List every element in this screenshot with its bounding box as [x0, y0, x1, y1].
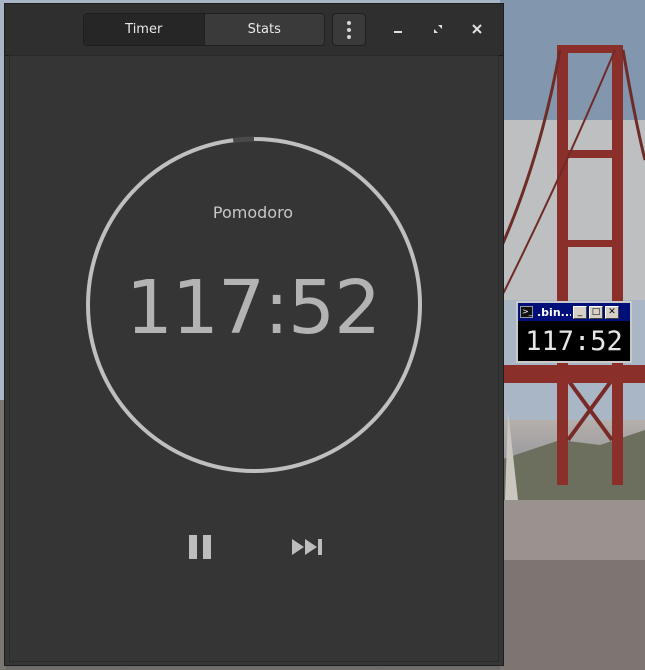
terminal-time-output: 117:52: [525, 325, 623, 357]
maximize-button[interactable]: [427, 18, 449, 40]
view-switcher: Timer Stats: [83, 13, 325, 46]
terminal-title-bar[interactable]: >_ .bin... _ □ ✕: [518, 303, 630, 321]
pause-icon: [189, 535, 211, 559]
skip-button[interactable]: [290, 534, 326, 560]
timer-countdown: 117:52: [125, 265, 381, 351]
minimize-icon: _: [577, 306, 583, 317]
terminal-minimize-button[interactable]: _: [573, 305, 587, 319]
more-vertical-icon-dot: [347, 27, 351, 32]
terminal-maximize-button[interactable]: □: [589, 305, 603, 319]
minimize-button[interactable]: [387, 18, 409, 40]
more-vertical-icon: [347, 20, 351, 25]
tab-timer[interactable]: Timer: [84, 14, 204, 45]
maximize-icon: □: [591, 306, 601, 317]
header-bar: Timer Stats: [5, 4, 503, 56]
maximize-icon: [434, 25, 442, 33]
minimize-icon: [394, 31, 402, 33]
terminal-icon: >_: [520, 306, 533, 318]
pause-button[interactable]: [185, 532, 215, 562]
close-icon: [472, 24, 482, 34]
close-icon: ✕: [608, 306, 616, 317]
tab-stats[interactable]: Stats: [203, 14, 324, 45]
skip-forward-icon: [292, 539, 322, 555]
timer-app-window: Timer Stats Pomodoro 117:52: [4, 3, 504, 666]
close-button[interactable]: [466, 18, 488, 40]
terminal-title: .bin...: [537, 305, 571, 319]
terminal-close-button[interactable]: ✕: [605, 305, 619, 319]
timer-elapsed-arc: [232, 136, 255, 143]
timer-mode-label: Pomodoro: [212, 203, 294, 222]
menu-button[interactable]: [332, 13, 366, 46]
more-vertical-icon-dot: [347, 34, 351, 39]
terminal-window: >_ .bin... _ □ ✕ 117:52: [516, 301, 632, 363]
